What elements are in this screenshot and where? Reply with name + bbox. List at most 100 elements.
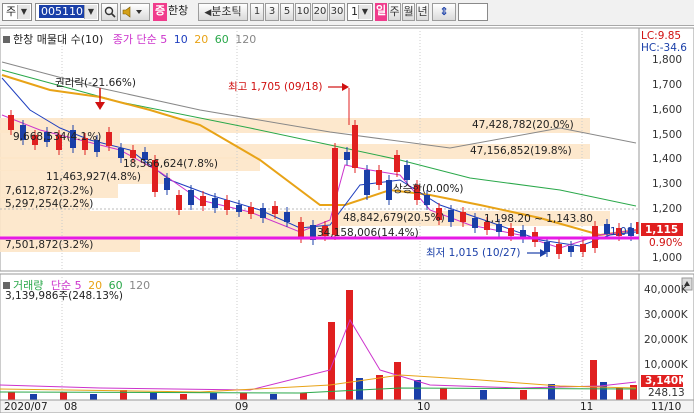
current-volume-pct: 248.13: [648, 387, 685, 399]
axis-label-1000: 1,000: [652, 252, 683, 264]
x-label: 2020/07: [4, 401, 48, 413]
candle-body: [224, 200, 230, 210]
candle-body: [448, 210, 454, 222]
volume-bar: [346, 290, 353, 400]
volume-bar: [300, 393, 307, 400]
upper-limit-annotation: 상승한(0.00%): [393, 183, 464, 195]
volume-bar: [630, 385, 637, 400]
axis-label-1200: 1,200: [652, 203, 683, 215]
volume-bar: [240, 393, 247, 400]
volume-bar: [8, 392, 15, 400]
chart-canvas: [0, 27, 694, 413]
change-pct: 0.90%: [649, 237, 683, 249]
volume-ma120-label: 120: [129, 279, 151, 292]
volume-profile-label: 9,668,534(4.1%): [13, 131, 102, 143]
current-volume: 3,140K: [645, 375, 687, 387]
ma60-label: 60: [214, 33, 229, 46]
candle-body: [248, 207, 254, 214]
vol-axis-20000k: 20,000K: [644, 334, 688, 346]
candle-body: [118, 148, 124, 158]
volume-bar: [440, 388, 447, 400]
volume-summary: 3,139,986주(248.13%): [5, 290, 124, 302]
candle-body: [284, 212, 290, 222]
volume-profile-label: 7,612,872(3.2%): [5, 185, 94, 197]
volume-profile-label: 47,428,782(20.0%): [472, 119, 574, 131]
candle-body: [8, 115, 14, 130]
candle-body: [130, 150, 136, 158]
price-panel-title: 한창 매물대 수(10) 종가 단순 5 10 20 60 120: [3, 31, 256, 47]
volume-profile-label: 7,501,872(3.2%): [5, 239, 94, 251]
vol-axis-40000k: 40,000K: [644, 284, 688, 296]
volume-bar: [210, 393, 217, 400]
ma10-label: 10: [173, 33, 188, 46]
candle-body: [424, 195, 430, 205]
candle-body: [508, 228, 514, 236]
candle-body: [472, 218, 478, 228]
candle-body: [364, 170, 370, 195]
candle-body: [332, 148, 338, 235]
x-label: 09: [235, 401, 249, 413]
candle-body: [556, 244, 562, 254]
price-title: 한창 매물대 수(10): [13, 33, 104, 46]
candle-body: [580, 244, 586, 252]
candle-body: [544, 242, 550, 252]
axis-label-1600: 1,600: [652, 104, 683, 116]
rights-annotation: 권리락(-21.66%): [55, 77, 136, 89]
candle-body: [272, 206, 278, 214]
candle-body: [176, 195, 182, 210]
axis-label-1800: 1,800: [652, 54, 683, 66]
range-annotation: 1,198.20 ~ 1,143.80: [484, 213, 593, 225]
volume-bar: [520, 390, 527, 400]
candle-body: [352, 125, 358, 168]
chart-settings-icon[interactable]: [3, 282, 10, 289]
candle-body: [298, 222, 304, 238]
volume-bar: [548, 384, 555, 400]
volume-profile-label: 5,297,254(2.2%): [5, 198, 94, 210]
volume-bar: [414, 380, 421, 400]
volume-bar: [394, 362, 401, 400]
volume-profile-label: 18,566,624(7.8%): [123, 158, 218, 170]
candle-body: [188, 190, 194, 205]
axis-label-1700: 1,700: [652, 79, 683, 91]
candle-body: [212, 198, 218, 208]
high-annotation: 최고 1,705 (09/18): [228, 81, 323, 93]
volume-bar: [150, 392, 157, 400]
candle-body: [568, 246, 574, 252]
volume-profile-label: 47,156,852(19.8%): [470, 145, 572, 157]
lc-label: LC:9.85: [641, 30, 682, 42]
x-label: 11: [580, 401, 594, 413]
candle-body: [236, 205, 242, 212]
candle-body: [164, 178, 170, 190]
volume-profile-label: 48,842,679(20.5%): [343, 212, 445, 224]
volume-bar: [480, 390, 487, 400]
volume-bar: [30, 394, 37, 400]
candle-body: [386, 180, 392, 200]
volume-bar: [600, 382, 607, 400]
axis-label-1300: 1,300: [652, 178, 683, 190]
candle-body: [460, 212, 466, 222]
volume-profile-label: 34,158,006(14.4%): [317, 227, 419, 239]
vol-axis-10000k: 10,000K: [644, 359, 688, 371]
axis-label-1400: 1,400: [652, 153, 683, 165]
chart-settings-icon[interactable]: [3, 36, 10, 43]
volume-bar: [60, 392, 67, 400]
volume-bar: [120, 390, 127, 400]
volume-bar: [590, 360, 597, 400]
candle-body: [376, 170, 382, 185]
candle-body: [394, 155, 400, 172]
axis-label-1500: 1,500: [652, 129, 683, 141]
current-price: 1,115: [645, 224, 679, 236]
volume-bar: [270, 394, 277, 400]
ma120-label: 120: [235, 33, 257, 46]
low-annotation: 최저 1,015 (10/27): [426, 247, 521, 259]
candle-body: [106, 132, 112, 146]
x-label: 08: [64, 401, 78, 413]
volume-bar: [90, 394, 97, 400]
ma-label: 종가 단순 5: [112, 33, 168, 46]
x-label: 10: [417, 401, 431, 413]
ma-value-annotation: 1,08: [610, 226, 634, 238]
candle-body: [200, 196, 206, 206]
vol-axis-30000k: 30,000K: [644, 309, 688, 321]
candle-body: [344, 152, 350, 160]
volume-bar: [616, 388, 623, 400]
